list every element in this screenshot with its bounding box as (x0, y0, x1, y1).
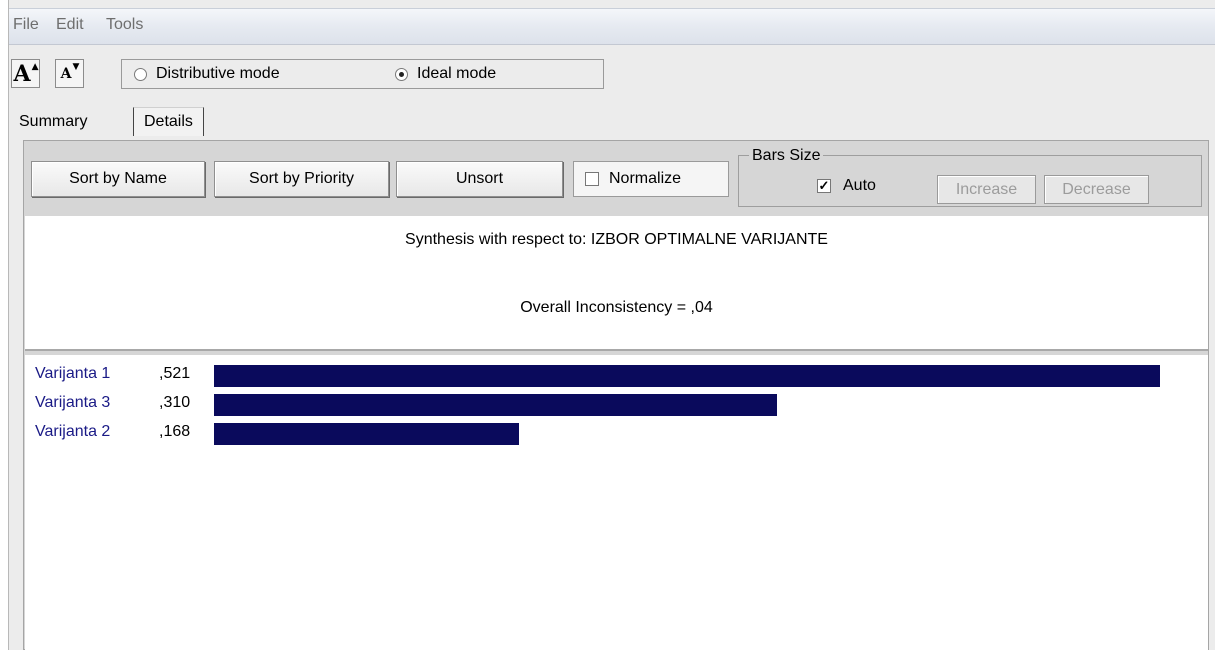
details-panel: Sort by Name Sort by Priority Unsort Nor… (23, 140, 1209, 650)
bars-size-group: Bars Size ✓ Auto Increase Decrease (738, 147, 1202, 207)
alternative-name: Varijanta 2 (35, 423, 111, 440)
auto-checkbox[interactable]: ✓ Auto (817, 177, 876, 195)
mode-radio-group: Distributive mode Ideal mode (121, 59, 604, 89)
alternative-value: ,168 (159, 423, 191, 440)
synthesis-title: Synthesis with respect to: IZBOR OPTIMAL… (405, 231, 828, 248)
radio-unchecked-icon (134, 67, 147, 81)
sort-by-priority-button[interactable]: Sort by Priority (214, 161, 389, 197)
alternative-value: ,310 (159, 394, 191, 411)
checkbox-unchecked-icon (585, 172, 599, 186)
tab-details-label: Details (144, 113, 193, 130)
normalize-label: Normalize (609, 170, 682, 187)
decrease-font-button[interactable]: A ▼ (55, 59, 84, 88)
result-row: Varijanta 2 ,168 (25, 421, 1208, 445)
priority-bar (214, 394, 777, 416)
menu-tools[interactable]: Tools (106, 16, 143, 34)
results-list: Varijanta 1 ,521 Varijanta 3 ,310 Varija… (25, 355, 1208, 650)
tab-summary-label: Summary (19, 112, 88, 130)
priority-bar (214, 423, 519, 445)
result-row: Varijanta 1 ,521 (25, 363, 1208, 387)
menu-edit[interactable]: Edit (56, 16, 84, 34)
checkbox-checked-icon: ✓ (817, 178, 831, 193)
increase-font-button[interactable]: A ▲ (11, 59, 40, 88)
increase-button[interactable]: Increase (937, 175, 1036, 204)
radio-checked-icon (395, 67, 408, 81)
priority-bar (214, 365, 1160, 387)
alternative-name: Varijanta 3 (35, 394, 111, 411)
auto-label: Auto (843, 177, 876, 194)
distributive-mode-radio[interactable]: Distributive mode (134, 65, 280, 83)
alternative-value: ,521 (159, 365, 191, 382)
decrease-button[interactable]: Decrease (1044, 175, 1149, 204)
decrease-font-icon: A (60, 65, 72, 82)
unsort-button[interactable]: Unsort (396, 161, 563, 197)
menu-file[interactable]: File (13, 16, 39, 34)
bars-size-legend: Bars Size (749, 147, 824, 165)
increase-font-icon: A (13, 60, 31, 87)
normalize-checkbox[interactable]: Normalize (573, 161, 729, 197)
distributive-mode-label: Distributive mode (156, 65, 280, 82)
application-window: File Edit Tools A ▲ A ▼ Distributive mode … (8, 0, 1215, 650)
tab-details[interactable]: Details (133, 107, 204, 136)
synthesis-header: Synthesis with respect to: IZBOR OPTIMAL… (25, 216, 1208, 351)
overall-inconsistency: Overall Inconsistency = ,04 (520, 299, 713, 316)
menu-bar: File Edit Tools (9, 8, 1215, 45)
ideal-mode-radio[interactable]: Ideal mode (395, 65, 496, 83)
ideal-mode-label: Ideal mode (417, 65, 497, 82)
result-row: Varijanta 3 ,310 (25, 392, 1208, 416)
down-arrow-icon: ▼ (72, 61, 80, 72)
alternative-name: Varijanta 1 (35, 365, 111, 382)
sort-by-name-button[interactable]: Sort by Name (31, 161, 205, 197)
up-arrow-icon: ▲ (31, 61, 39, 72)
tab-summary[interactable]: Summary (9, 107, 97, 136)
